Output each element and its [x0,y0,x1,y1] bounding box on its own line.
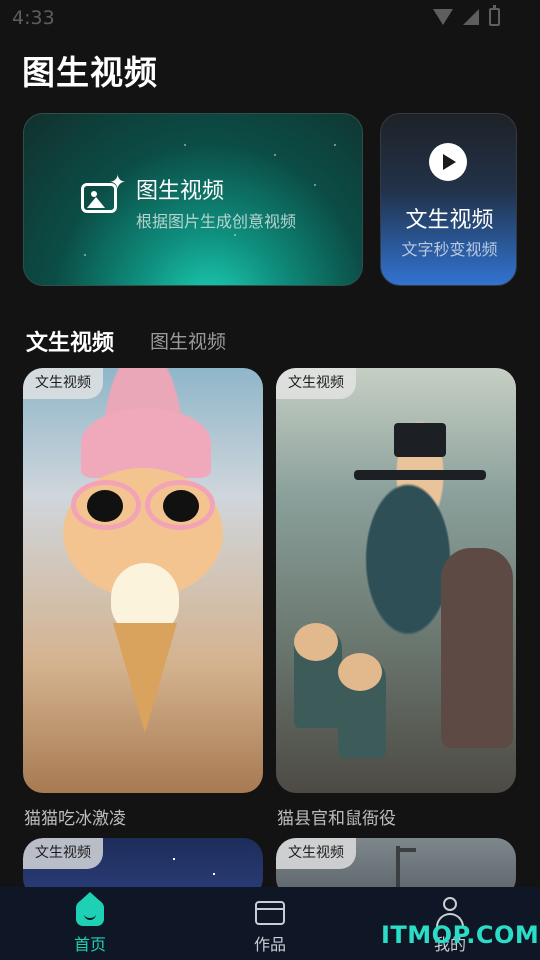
thumbnail-art [354,470,486,480]
text-to-video-subtitle: 文字秒变视频 [401,240,498,259]
status-bar: 4:33 [0,0,540,36]
play-icon [429,143,467,181]
thumbnail-art [113,623,177,733]
home-icon [76,892,104,926]
image-sparkle-icon: ✦ [81,172,126,213]
thumbnail-art [338,653,382,691]
image-to-video-title: 图生视频 [136,179,225,204]
folder-icon [255,901,285,925]
image-to-video-subtitle: 根据图片生成创意视频 [136,212,297,231]
thumbnail-art [441,548,513,748]
nav-works-label: 作品 [253,935,286,954]
gallery-caption[interactable]: 猫猫吃冰激凌 [24,804,126,829]
thumbnail-art [163,490,199,522]
status-time: 4:33 [12,7,55,29]
tab-image-to-video[interactable]: 图生视频 [150,327,226,354]
nav-home[interactable]: 首页 [40,887,140,960]
gallery-caption[interactable]: 猫县官和鼠衙役 [277,804,396,829]
gallery-item-cat-icecream[interactable]: 文生视频 [23,368,263,793]
image-to-video-card[interactable]: ✦ 图生视频 根据图片生成创意视频 [23,113,363,286]
text-to-video-title: 文生视频 [405,208,494,233]
gallery-item-cat-magistrate[interactable]: 文生视频 [276,368,516,793]
status-icons [433,5,500,26]
video-type-badge: 文生视频 [276,838,356,869]
signal-icon [463,9,479,25]
page-title: 图生视频 [22,53,158,92]
nav-works[interactable]: 作品 [220,887,320,960]
video-type-badge: 文生视频 [276,368,356,399]
thumbnail-art [87,490,123,522]
thumbnail-art [294,623,338,661]
battery-icon [489,5,500,26]
nav-home-label: 首页 [73,935,106,954]
wifi-icon [433,9,453,25]
video-type-badge: 文生视频 [23,838,103,869]
text-to-video-card[interactable]: 文生视频 文字秒变视频 [380,113,517,286]
thumbnail-art [394,423,446,457]
watermark-text: ITMOP.COM [381,921,540,949]
tab-text-to-video[interactable]: 文生视频 [26,325,114,357]
video-type-badge: 文生视频 [23,368,103,399]
thumbnail-art [396,848,416,852]
